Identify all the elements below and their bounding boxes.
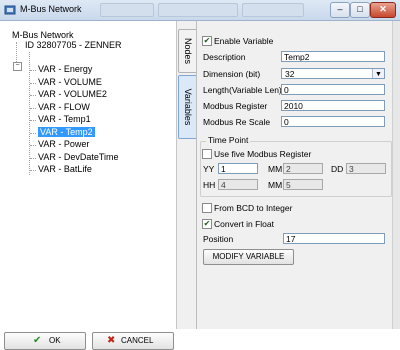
modbus-re-scale-label: Modbus Re Scale — [203, 117, 271, 127]
yy-input[interactable]: 1 — [218, 163, 258, 174]
tree-variable-node[interactable]: VAR - Temp1 — [38, 114, 91, 124]
tree-root[interactable]: M-Bus Network — [12, 30, 74, 40]
position-input[interactable]: 17 — [283, 233, 385, 244]
tree-variable-node[interactable]: VAR - FLOW — [38, 102, 90, 112]
description-input[interactable]: Temp2 — [281, 51, 385, 62]
length-input[interactable]: 0 — [281, 84, 385, 95]
hh-input[interactable]: 4 — [218, 179, 258, 190]
tree-panel: M-Bus Network − ID 32807705 - ZENNER VAR… — [0, 21, 176, 350]
title-bar[interactable]: M-Bus Network – □ ✕ — [0, 0, 400, 21]
use-five-register-label: Use five Modbus Register — [214, 149, 312, 159]
cancel-button[interactable]: ✖ CANCEL — [92, 332, 174, 350]
description-label: Description — [203, 52, 246, 62]
modbus-register-input[interactable]: 2010 — [281, 100, 385, 111]
use-five-register-checkbox[interactable] — [202, 149, 212, 159]
vertical-tab-strip: Nodes Variables — [176, 21, 198, 329]
tree-variable-node[interactable]: VAR - DevDateTime — [38, 152, 119, 162]
modbus-re-scale-input[interactable]: 0 — [281, 116, 385, 127]
background-tabs — [100, 3, 308, 19]
modbus-register-label: Modbus Register — [203, 101, 268, 111]
tree-variable-node[interactable]: VAR - Power — [38, 139, 89, 149]
modify-variable-button[interactable]: MODIFY VARIABLE — [203, 249, 294, 265]
yy-label: YY — [203, 164, 215, 174]
check-icon: ✔ — [33, 335, 42, 346]
dimension-label: Dimension (bit) — [203, 69, 261, 79]
from-bcd-label: From BCD to Integer — [214, 203, 293, 213]
app-icon — [4, 5, 16, 15]
mm-label: MM — [268, 164, 283, 174]
tree-variable-node[interactable]: VAR - VOLUME2 — [38, 89, 107, 99]
dimension-value: 32 — [285, 69, 295, 79]
window-title: M-Bus Network — [20, 4, 82, 14]
ok-button[interactable]: ✔ OK — [4, 332, 86, 350]
dd-input[interactable]: 3 — [346, 163, 386, 174]
tree-variable-node[interactable]: VAR - Temp2 — [38, 126, 95, 137]
scrollbar[interactable] — [392, 21, 400, 329]
tree-variable-node[interactable]: VAR - BatLife — [38, 164, 92, 174]
cancel-label: CANCEL — [121, 336, 154, 345]
tree-variable-node[interactable]: VAR - Energy — [38, 64, 92, 74]
close-button[interactable]: ✕ — [370, 2, 396, 18]
dimension-select[interactable]: 32 ▼ — [281, 68, 385, 79]
maximize-button[interactable]: □ — [350, 2, 370, 18]
hh-label: HH — [203, 180, 216, 190]
tab-variables[interactable]: Variables — [178, 75, 198, 139]
tree-device-node[interactable]: ID 32807705 - ZENNER — [25, 40, 122, 50]
position-label: Position — [203, 234, 234, 244]
min-input[interactable]: 5 — [283, 179, 323, 190]
dd-label: DD — [331, 164, 344, 174]
ok-label: OK — [49, 336, 61, 345]
mm-input[interactable]: 2 — [283, 163, 323, 174]
collapse-icon[interactable]: − — [13, 62, 22, 71]
enable-variable-checkbox[interactable]: ✔ — [202, 36, 212, 46]
enable-variable-label: Enable Variable — [214, 36, 274, 46]
from-bcd-checkbox[interactable] — [202, 203, 212, 213]
minimize-button[interactable]: – — [330, 2, 350, 18]
convert-float-label: Convert in Float — [214, 219, 274, 229]
length-label: Length(Variable Len) — [203, 85, 282, 95]
tree-variable-node[interactable]: VAR - VOLUME — [38, 77, 102, 87]
time-point-title: Time Point — [206, 135, 251, 145]
convert-float-checkbox[interactable]: ✔ — [202, 219, 212, 229]
chevron-down-icon[interactable]: ▼ — [372, 69, 384, 78]
min-label: MM — [268, 180, 283, 190]
tab-nodes[interactable]: Nodes — [178, 29, 198, 73]
cross-icon: ✖ — [107, 335, 116, 346]
